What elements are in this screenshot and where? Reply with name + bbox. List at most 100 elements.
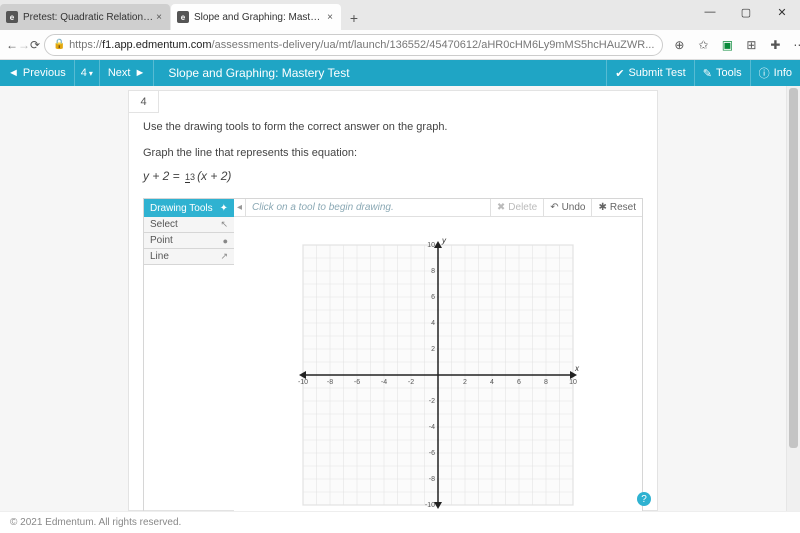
cursor-icon: ↖ <box>220 219 228 230</box>
extensions-icon[interactable]: ✚ <box>763 33 787 57</box>
browser-tab-0[interactable]: e Pretest: Quadratic Relationships × <box>0 4 170 30</box>
tab-label: Pretest: Quadratic Relationships <box>23 12 154 23</box>
question-card: 4 Use the drawing tools to form the corr… <box>128 90 658 511</box>
svg-text:-6: -6 <box>429 450 435 457</box>
drawing-hint: Click on a tool to begin drawing. <box>246 202 490 213</box>
equation-lhs: y + 2 = <box>143 169 183 183</box>
delete-label: Delete <box>508 202 537 213</box>
reset-icon: ✱ <box>598 202 606 213</box>
tool-line[interactable]: Line↗ <box>144 249 234 265</box>
help-button[interactable]: ? <box>637 492 651 506</box>
svg-text:-10: -10 <box>425 502 435 509</box>
info-button[interactable]: ⓘ Info <box>750 60 800 86</box>
svg-text:-2: -2 <box>429 398 435 405</box>
svg-text:-10: -10 <box>298 379 308 386</box>
reload-button[interactable]: ⟳ <box>30 32 40 58</box>
favicon-icon: e <box>6 11 18 23</box>
svg-text:10: 10 <box>427 242 435 249</box>
delete-button[interactable]: ✖Delete <box>490 199 543 216</box>
tool-label: Point <box>150 235 173 246</box>
next-label: Next <box>108 67 131 79</box>
equation-rhs: (x + 2) <box>197 169 231 183</box>
tool-label: Line <box>150 251 169 262</box>
svg-text:4: 4 <box>431 320 435 327</box>
check-icon: ✔ <box>615 67 624 80</box>
new-tab-button[interactable]: + <box>342 6 366 30</box>
svg-text:6: 6 <box>517 379 521 386</box>
info-label: Info <box>774 67 792 79</box>
tool-label: Select <box>150 219 178 230</box>
graph-column: ◂ Click on a tool to begin drawing. ✖Del… <box>234 199 642 511</box>
instruction-text: Use the drawing tools to form the correc… <box>143 121 643 133</box>
wrench-icon: ✎ <box>703 67 712 80</box>
svg-text:2: 2 <box>431 346 435 353</box>
svg-text:4: 4 <box>490 379 494 386</box>
previous-label: Previous <box>23 67 66 79</box>
page-body: 4 Use the drawing tools to form the corr… <box>0 86 800 511</box>
url-text: https://f1.app.edmentum.com/assessments-… <box>69 39 654 51</box>
address-bar-row: ← → ⟳ 🔒 https://f1.app.edmentum.com/asse… <box>0 30 800 60</box>
collections-icon[interactable]: ⊞ <box>739 33 763 57</box>
svg-text:6: 6 <box>431 294 435 301</box>
info-icon: ⓘ <box>759 65 770 81</box>
close-window-button[interactable]: ✕ <box>764 0 800 24</box>
tools-button[interactable]: ✎ Tools <box>694 60 750 86</box>
favorite-icon[interactable]: ✩ <box>691 33 715 57</box>
question-number-box: 4 <box>129 91 159 113</box>
url-host: f1.app.edmentum.com <box>102 39 211 51</box>
coordinate-grid[interactable]: -10-8-6-4-2246810-10-8-6-4-2246810xy <box>283 225 593 511</box>
minimize-button[interactable]: — <box>692 0 728 24</box>
close-icon[interactable]: × <box>325 12 335 23</box>
toolbar-icons: ⊕ ✩ ▣ ⊞ ✚ ⋯ <box>667 33 800 57</box>
tab-label: Slope and Graphing: Mastery Te <box>194 12 325 23</box>
graph-canvas[interactable]: -10-8-6-4-2246810-10-8-6-4-2246810xy <box>234 217 642 511</box>
window-controls: — ▢ ✕ <box>692 0 800 24</box>
page-title: Slope and Graphing: Mastery Test <box>154 66 349 80</box>
app-header: ◄Previous 4▾ Next► Slope and Graphing: M… <box>0 60 800 86</box>
undo-button[interactable]: ↶Undo <box>543 199 591 216</box>
equation: y + 2 = 13(x + 2) <box>143 169 643 184</box>
tool-select[interactable]: Select ↖ <box>144 217 234 233</box>
next-button[interactable]: Next► <box>100 60 155 86</box>
collapse-toggle[interactable]: ◂ <box>234 199 246 216</box>
lock-icon: 🔒 <box>53 39 65 50</box>
close-icon[interactable]: × <box>154 12 164 23</box>
maximize-button[interactable]: ▢ <box>728 0 764 24</box>
equation-fraction: 13 <box>185 173 195 181</box>
previous-button[interactable]: ◄Previous <box>0 60 75 86</box>
svg-text:10: 10 <box>569 379 577 386</box>
drawing-tools-title: Drawing Tools <box>150 203 213 214</box>
svg-text:x: x <box>574 364 580 373</box>
url-path: /assessments-delivery/ua/mt/launch/13655… <box>212 39 655 51</box>
url-prefix: https:// <box>69 39 102 51</box>
question-counter[interactable]: 4▾ <box>75 60 100 86</box>
footer-text: © 2021 Edmentum. All rights reserved. <box>10 517 181 528</box>
reset-button[interactable]: ✱ Reset <box>591 199 642 216</box>
svg-text:2: 2 <box>463 379 467 386</box>
zoom-icon[interactable]: ⊕ <box>667 33 691 57</box>
plus-icon: ✦ <box>220 203 228 214</box>
drawing-tools-column: Drawing Tools ✦ Select ↖ Point● Line↗ <box>144 199 234 511</box>
vertical-scrollbar[interactable] <box>786 86 800 511</box>
browser-tab-1[interactable]: e Slope and Graphing: Mastery Te × <box>171 4 341 30</box>
favicon-icon: e <box>177 11 189 23</box>
tool-point[interactable]: Point● <box>144 233 234 249</box>
submit-label: Submit Test <box>628 67 685 79</box>
graph-toolbar: ◂ Click on a tool to begin drawing. ✖Del… <box>234 199 642 217</box>
tools-label: Tools <box>716 67 742 79</box>
undo-icon: ↶ <box>550 202 558 213</box>
submit-test-button[interactable]: ✔ Submit Test <box>606 60 694 86</box>
app-icon[interactable]: ▣ <box>715 33 739 57</box>
svg-text:8: 8 <box>431 268 435 275</box>
page-footer: © 2021 Edmentum. All rights reserved. <box>0 511 800 533</box>
menu-icon[interactable]: ⋯ <box>787 33 800 57</box>
drawing-tools-header: Drawing Tools ✦ <box>144 199 234 217</box>
address-bar[interactable]: 🔒 https://f1.app.edmentum.com/assessment… <box>44 34 663 56</box>
forward-button[interactable]: → <box>18 32 30 58</box>
scrollbar-thumb[interactable] <box>789 88 798 448</box>
caret-down-icon: ▾ <box>89 69 93 78</box>
back-button[interactable]: ← <box>6 32 18 58</box>
svg-text:y: y <box>441 236 447 245</box>
reset-label: Reset <box>610 202 636 213</box>
svg-text:-6: -6 <box>354 379 360 386</box>
